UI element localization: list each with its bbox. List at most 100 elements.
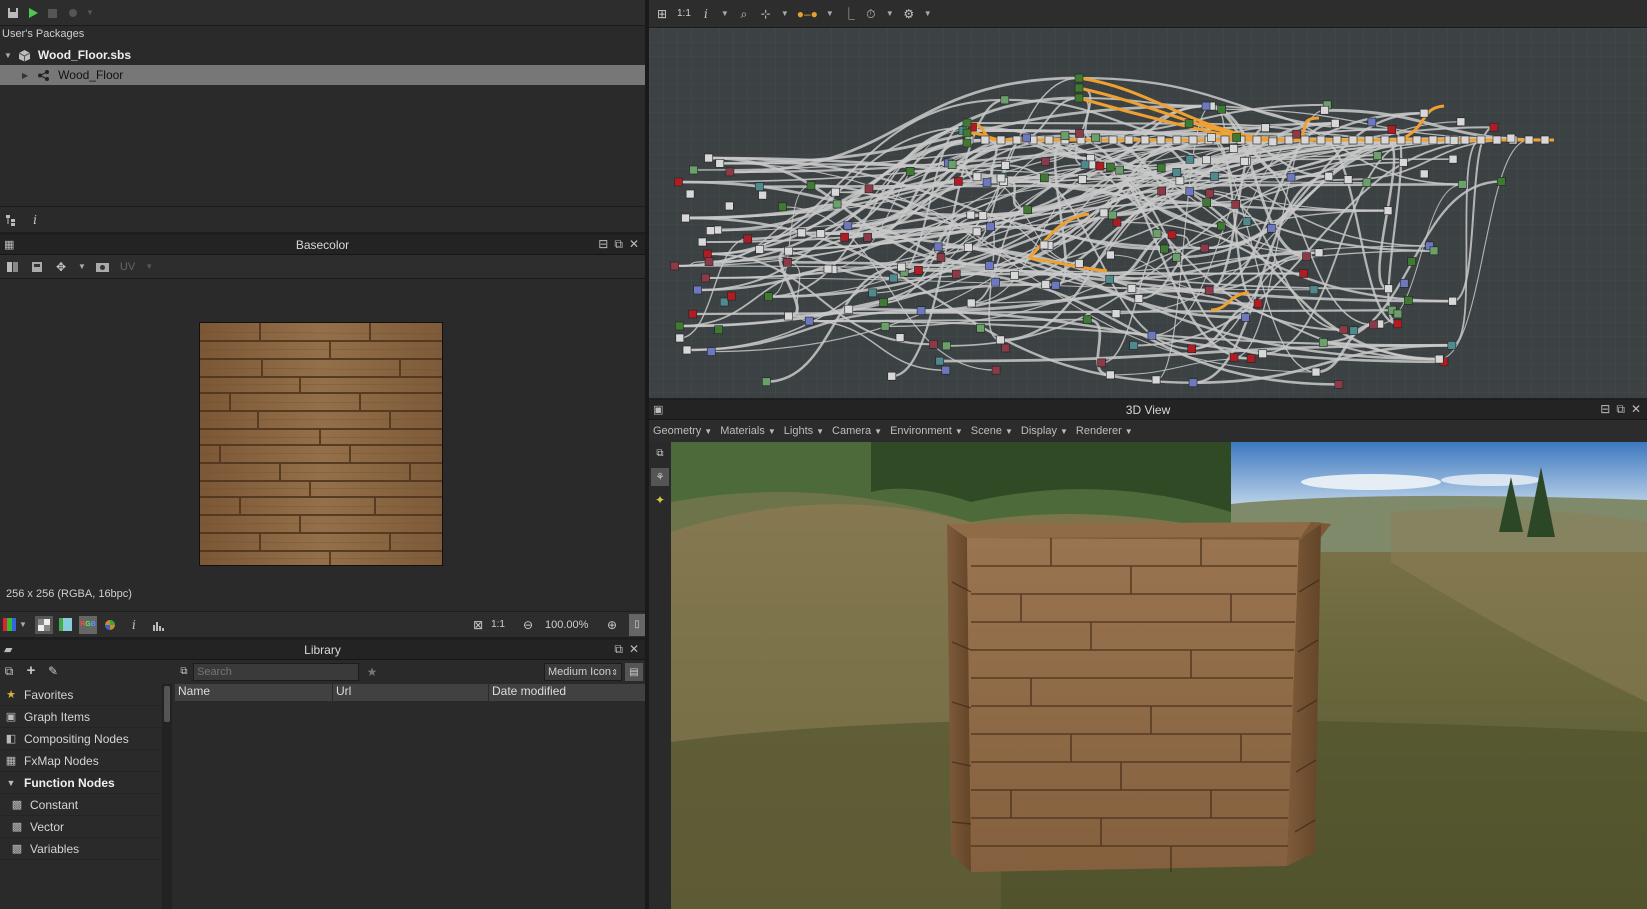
- graph-node[interactable]: [1324, 171, 1334, 181]
- lock-icon[interactable]: ▯: [629, 613, 645, 636]
- info-icon[interactable]: i: [127, 617, 141, 633]
- graph-node[interactable]: [1167, 230, 1177, 240]
- graph-node[interactable]: [1449, 136, 1459, 145]
- cube-icon[interactable]: ▣: [653, 403, 663, 416]
- close-icon[interactable]: ✕: [1631, 402, 1641, 417]
- graph-node[interactable]: [1292, 129, 1301, 139]
- graph-node[interactable]: [831, 187, 840, 197]
- edit-icon[interactable]: ✎: [46, 663, 60, 679]
- graph-node[interactable]: [706, 347, 716, 356]
- graph-node[interactable]: [804, 316, 814, 326]
- graph-node[interactable]: [1207, 133, 1216, 142]
- graph-node[interactable]: [933, 242, 943, 252]
- graph-node[interactable]: [954, 177, 963, 186]
- graph-node[interactable]: [816, 229, 826, 238]
- graph-node[interactable]: [1124, 135, 1134, 145]
- category-variables[interactable]: ▩ Variables: [0, 838, 162, 860]
- graph-node[interactable]: [1000, 95, 1010, 105]
- search-input[interactable]: [193, 663, 359, 681]
- graph-node[interactable]: [1393, 319, 1403, 329]
- graph-node[interactable]: [1205, 189, 1215, 198]
- graph-node[interactable]: [1284, 135, 1294, 145]
- graph-node[interactable]: [1127, 284, 1137, 293]
- link-style-icon[interactable]: ●‒●: [797, 6, 818, 22]
- graph-node[interactable]: [1108, 135, 1118, 145]
- graph-node[interactable]: [905, 166, 915, 176]
- graph-node[interactable]: [1314, 248, 1324, 258]
- frame-icon[interactable]: ⊞: [655, 6, 669, 22]
- chevron-down-icon[interactable]: ▼: [781, 9, 789, 18]
- graph-node[interactable]: [844, 304, 854, 314]
- menu-renderer[interactable]: Renderer ▼: [1076, 425, 1133, 437]
- graph-node[interactable]: [1252, 135, 1262, 145]
- graph-node[interactable]: [784, 311, 793, 321]
- graph-node[interactable]: [1456, 117, 1466, 127]
- graph-node[interactable]: [991, 277, 1000, 287]
- graph-node[interactable]: [1172, 135, 1182, 145]
- hierarchy-icon[interactable]: [4, 212, 18, 228]
- graph-node[interactable]: [1157, 186, 1166, 196]
- graph-node[interactable]: [1231, 200, 1241, 209]
- graph-node[interactable]: [725, 201, 734, 211]
- graph-row[interactable]: ▶ Wood_Floor: [0, 65, 645, 85]
- graph-node[interactable]: [976, 323, 985, 333]
- chevron-down-icon[interactable]: ▼: [886, 9, 894, 18]
- graph-node[interactable]: [1185, 154, 1195, 164]
- graph-node[interactable]: [1434, 354, 1444, 364]
- graph-node[interactable]: [868, 288, 877, 298]
- ratio-label[interactable]: 1:1: [491, 619, 505, 630]
- graph-node[interactable]: [1241, 313, 1250, 322]
- graph-node[interactable]: [1349, 326, 1359, 336]
- chevron-down-icon[interactable]: ▼: [78, 262, 86, 271]
- graph-node[interactable]: [1348, 135, 1358, 145]
- menu-camera[interactable]: Camera ▼: [832, 425, 882, 437]
- graph-node[interactable]: [706, 226, 715, 235]
- graph-node[interactable]: [966, 210, 976, 220]
- graph-node[interactable]: [1012, 135, 1022, 145]
- graph-node[interactable]: [1316, 135, 1326, 145]
- graph-node[interactable]: [1152, 229, 1162, 238]
- graph-node[interactable]: [1147, 331, 1157, 340]
- graph-node[interactable]: [1044, 135, 1054, 145]
- new-window-icon[interactable]: ⧉: [653, 446, 667, 462]
- graph-node[interactable]: [1373, 151, 1382, 160]
- graph-node[interactable]: [1460, 135, 1470, 145]
- graph-node[interactable]: [1393, 309, 1403, 319]
- folder-icon[interactable]: ▰: [4, 643, 12, 656]
- graph-node[interactable]: [1419, 108, 1429, 118]
- graph-node[interactable]: [1023, 205, 1033, 215]
- graph-node[interactable]: [1074, 73, 1084, 83]
- graph-node[interactable]: [1080, 160, 1090, 170]
- graph-node[interactable]: [1380, 135, 1390, 145]
- menu-geometry[interactable]: Geometry ▼: [653, 425, 712, 437]
- snapshot-icon[interactable]: [30, 259, 44, 275]
- graph-node[interactable]: [941, 365, 951, 375]
- graph-node[interactable]: [688, 309, 698, 319]
- zoom-out-icon[interactable]: ⊖: [521, 617, 535, 633]
- add-icon[interactable]: +: [24, 663, 38, 679]
- category-vector[interactable]: ▩ Vector: [0, 816, 162, 838]
- chevron-down-icon[interactable]: ▼: [145, 262, 153, 271]
- settings-icon[interactable]: [66, 5, 80, 21]
- graph-node[interactable]: [1022, 133, 1031, 143]
- graph-node[interactable]: [1097, 358, 1106, 368]
- graph-node[interactable]: [864, 184, 874, 194]
- graph-node[interactable]: [985, 261, 994, 270]
- graph-node[interactable]: [1187, 344, 1197, 354]
- graph-node[interactable]: [674, 177, 683, 187]
- graph-node[interactable]: [681, 213, 690, 223]
- info-icon[interactable]: i: [28, 212, 42, 228]
- graph-node[interactable]: [1369, 320, 1378, 330]
- graph-node[interactable]: [1412, 135, 1422, 145]
- graph-node[interactable]: [1160, 244, 1169, 254]
- graph-node[interactable]: [762, 377, 771, 387]
- graph-node[interactable]: [1175, 176, 1185, 186]
- graph-node[interactable]: [978, 211, 988, 220]
- graph-node[interactable]: [980, 135, 990, 145]
- graph-node[interactable]: [1188, 378, 1198, 388]
- graph-node[interactable]: [947, 160, 957, 169]
- graph-node[interactable]: [1320, 105, 1329, 115]
- graph-node[interactable]: [935, 356, 945, 366]
- graph-node[interactable]: [1185, 187, 1195, 196]
- graph-node[interactable]: [1111, 309, 1121, 318]
